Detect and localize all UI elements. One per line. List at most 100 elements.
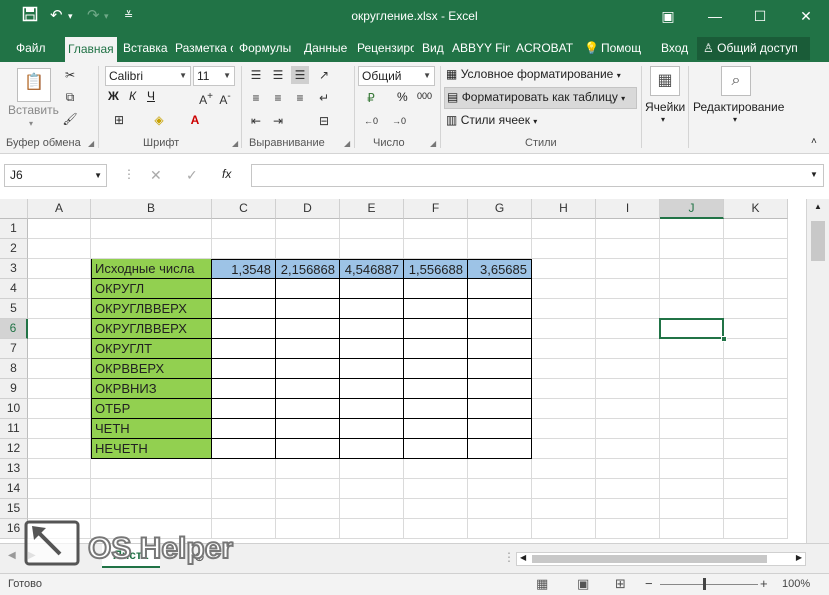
source-number-cell[interactable]: 4,546887 (340, 259, 404, 279)
expand-formula-icon[interactable]: ▼ (810, 170, 818, 179)
grid-cell[interactable] (468, 519, 532, 539)
tab-acrobat[interactable]: ACROBAT (516, 34, 573, 62)
result-cell[interactable] (468, 319, 532, 339)
result-cell[interactable] (468, 399, 532, 419)
result-cell[interactable] (212, 299, 276, 319)
paste-dropdown-icon[interactable]: ▾ (29, 119, 33, 128)
grid-cell[interactable] (596, 439, 660, 459)
maximize-icon[interactable]: ☐ (746, 4, 774, 28)
row-header-9[interactable]: 9 (0, 379, 28, 399)
bold-button[interactable]: Ж (108, 89, 119, 103)
result-cell[interactable] (276, 359, 340, 379)
grid-cell[interactable] (404, 239, 468, 259)
result-cell[interactable] (340, 439, 404, 459)
paste-button-label[interactable]: Вставить (8, 103, 59, 117)
tab-formulas[interactable]: Формулы (239, 34, 291, 62)
column-header-b[interactable]: B (91, 199, 212, 219)
result-cell[interactable] (340, 359, 404, 379)
grid-cell[interactable] (724, 399, 788, 419)
grid-cell[interactable] (724, 299, 788, 319)
function-name-cell[interactable]: ОКРУГЛ (91, 279, 212, 299)
result-cell[interactable] (404, 439, 468, 459)
grid-cell[interactable] (532, 439, 596, 459)
grid-cell[interactable] (28, 499, 91, 519)
tab-file[interactable]: Файл (16, 34, 46, 62)
zoom-level[interactable]: 100% (782, 578, 810, 590)
grid-cell[interactable] (660, 499, 724, 519)
grid-cell[interactable] (28, 479, 91, 499)
row-header-2[interactable]: 2 (0, 239, 28, 259)
result-cell[interactable] (468, 299, 532, 319)
grid-cell[interactable] (532, 319, 596, 339)
result-cell[interactable] (212, 339, 276, 359)
sign-in-link[interactable]: Вход (661, 34, 688, 62)
scroll-thumb[interactable] (532, 555, 767, 563)
chevron-down-icon[interactable]: ▾ (733, 115, 737, 124)
grid-cell[interactable] (532, 519, 596, 539)
ribbon-display-icon[interactable]: ▣ (654, 4, 682, 28)
source-number-cell[interactable]: 1,556688 (404, 259, 468, 279)
result-cell[interactable] (276, 339, 340, 359)
name-box[interactable]: J6 ▼ (4, 164, 107, 187)
prev-sheet-icon[interactable]: ◀ (8, 550, 16, 561)
row-header-6[interactable]: 6 (0, 319, 28, 339)
close-icon[interactable]: ✕ (792, 4, 820, 28)
column-header-k[interactable]: K (724, 199, 788, 219)
grid-cell[interactable] (212, 459, 276, 479)
grid-cell[interactable] (404, 459, 468, 479)
row-header-11[interactable]: 11 (0, 419, 28, 439)
cell-styles-button[interactable]: ▥ Стили ячеек ▾ (446, 113, 537, 127)
grid-cell[interactable] (660, 339, 724, 359)
grid-cell[interactable] (532, 299, 596, 319)
comma-style-button[interactable]: 000 (417, 91, 432, 101)
grid-cell[interactable] (724, 339, 788, 359)
source-number-cell[interactable]: 2,156868 (276, 259, 340, 279)
scroll-up-icon[interactable]: ▲ (814, 202, 822, 211)
copy-icon[interactable]: ⧉ (61, 88, 79, 106)
column-header-f[interactable]: F (404, 199, 468, 219)
scroll-left-icon[interactable]: ◀ (520, 553, 526, 562)
grid-cell[interactable] (660, 519, 724, 539)
grid-cell[interactable] (404, 479, 468, 499)
select-all-corner[interactable] (0, 199, 28, 219)
grid-cell[interactable] (596, 219, 660, 239)
grid-cell[interactable] (660, 379, 724, 399)
grid-cell[interactable] (660, 359, 724, 379)
tab-insert[interactable]: Вставка (123, 34, 168, 62)
wrap-text-icon[interactable]: ↵ (315, 89, 333, 107)
grid-cell[interactable] (340, 499, 404, 519)
result-cell[interactable] (212, 379, 276, 399)
grid-cell[interactable] (28, 219, 91, 239)
minimize-icon[interactable]: — (701, 4, 729, 28)
grid-cell[interactable] (28, 419, 91, 439)
clipboard-launcher-icon[interactable]: ◢ (88, 139, 94, 148)
result-cell[interactable] (212, 319, 276, 339)
grid-cell[interactable] (532, 279, 596, 299)
grid-cell[interactable] (724, 439, 788, 459)
function-name-cell[interactable]: ОКРВНИЗ (91, 379, 212, 399)
grid-cell[interactable] (596, 399, 660, 419)
font-name-select[interactable]: Calibri ▼ (105, 66, 191, 86)
grid-cell[interactable] (724, 279, 788, 299)
result-cell[interactable] (468, 379, 532, 399)
tab-view[interactable]: Вид (422, 34, 444, 62)
align-right-icon[interactable]: ≡ (291, 89, 309, 107)
grid-cell[interactable] (468, 479, 532, 499)
grid-cell[interactable] (28, 239, 91, 259)
row-header-15[interactable]: 15 (0, 499, 28, 519)
grid-cell[interactable] (468, 239, 532, 259)
grid-cell[interactable] (532, 399, 596, 419)
grid-cell[interactable] (596, 299, 660, 319)
grid-cell[interactable] (28, 379, 91, 399)
grid-cell[interactable] (532, 339, 596, 359)
borders-icon[interactable]: ⊞ (110, 111, 128, 129)
row-header-14[interactable]: 14 (0, 479, 28, 499)
row-header-4[interactable]: 4 (0, 279, 28, 299)
column-header-e[interactable]: E (340, 199, 404, 219)
source-number-cell[interactable]: 1,3548 (212, 259, 276, 279)
grid-cell[interactable] (724, 319, 788, 339)
grid-cell[interactable] (660, 439, 724, 459)
result-cell[interactable] (212, 439, 276, 459)
cut-icon[interactable]: ✂ (61, 66, 79, 84)
orientation-icon[interactable]: ↗ (315, 66, 333, 84)
